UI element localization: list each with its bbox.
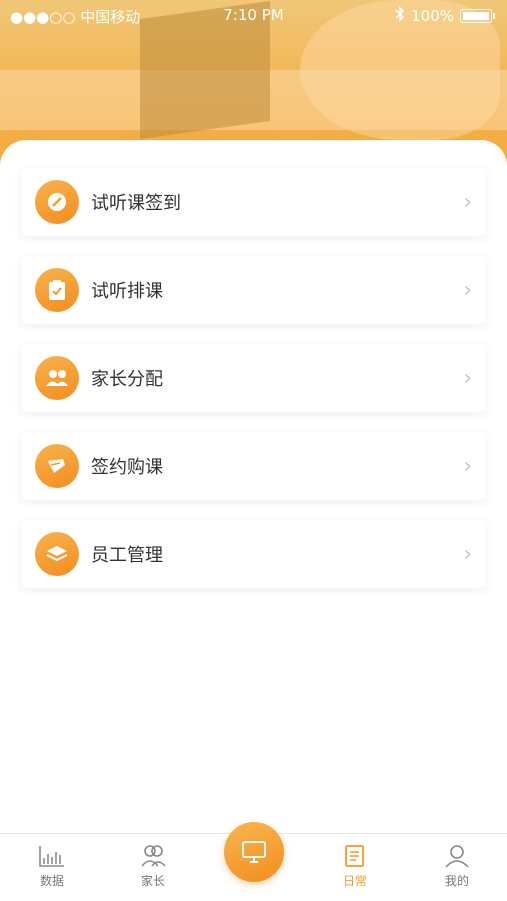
menu-item-label: 签约购课 xyxy=(91,457,163,478)
status-right: 100% xyxy=(395,6,495,26)
battery-icon xyxy=(460,9,492,23)
user-icon xyxy=(445,845,469,868)
menu-item-staff-management[interactable]: 员工管理 › xyxy=(21,520,486,588)
status-bar: ●●●○○ 中国移动 7:10 PM 100% xyxy=(0,0,507,30)
chevron-right-icon: › xyxy=(463,277,472,303)
document-icon xyxy=(345,845,364,867)
layers-icon xyxy=(35,532,79,576)
menu-item-trial-checkin[interactable]: 试听课签到 › xyxy=(21,168,486,236)
tab-label: 数据 xyxy=(39,874,64,888)
menu-item-label: 试听排课 xyxy=(91,281,163,302)
menu-item-trial-schedule[interactable]: 试听排课 › xyxy=(21,256,486,324)
menu-item-parent-assign[interactable]: 家长分配 › xyxy=(21,344,486,412)
tab-label: 我的 xyxy=(444,874,469,888)
tab-daily[interactable]: 日常 xyxy=(315,844,395,889)
tab-data[interactable]: 数据 xyxy=(12,844,92,889)
center-action-button[interactable] xyxy=(224,822,284,882)
bluetooth-icon xyxy=(395,6,405,26)
parents-icon xyxy=(141,845,166,867)
tab-label: 日常 xyxy=(342,874,367,888)
chevron-right-icon: › xyxy=(463,541,472,567)
signature-icon xyxy=(35,444,79,488)
menu-item-label: 试听课签到 xyxy=(91,193,181,214)
battery-label: 100% xyxy=(411,7,454,25)
clipboard-check-icon xyxy=(35,268,79,312)
people-icon xyxy=(35,356,79,400)
tab-mine[interactable]: 我的 xyxy=(417,844,497,889)
pencil-icon xyxy=(35,180,79,224)
bar-chart-icon xyxy=(39,846,64,867)
menu-item-label: 家长分配 xyxy=(91,369,163,390)
menu-item-label: 员工管理 xyxy=(91,545,163,566)
chevron-right-icon: › xyxy=(463,365,472,391)
monitor-icon xyxy=(242,841,266,863)
tab-parents[interactable]: 家长 xyxy=(113,844,193,889)
chevron-right-icon: › xyxy=(463,453,472,479)
chevron-right-icon: › xyxy=(463,189,472,215)
menu-item-contract-purchase[interactable]: 签约购课 › xyxy=(21,432,486,500)
tab-label: 家长 xyxy=(140,874,165,888)
